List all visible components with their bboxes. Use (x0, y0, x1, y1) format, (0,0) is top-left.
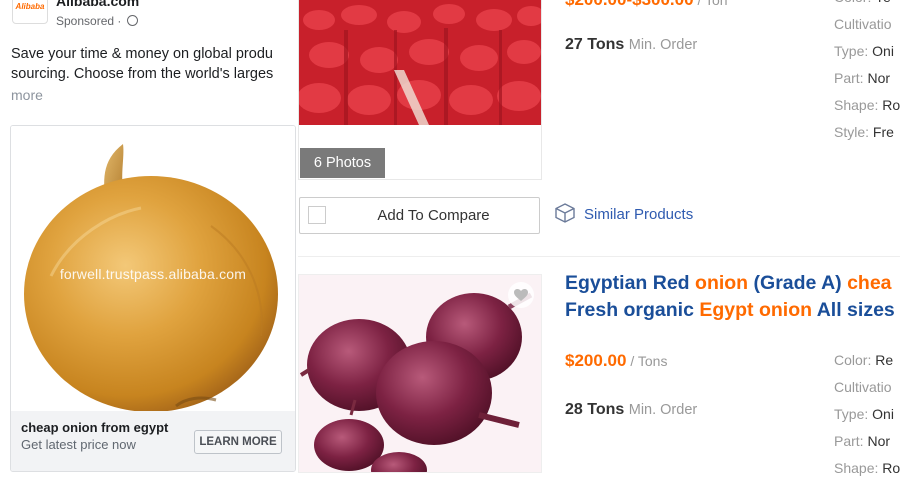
product-image[interactable] (299, 0, 541, 125)
see-more-link[interactable]: more (11, 87, 43, 103)
title-keyword: Egypt onion (699, 299, 813, 321)
ad-body-line: Save your time & money on global produ (11, 46, 273, 62)
title-keyword: chea (847, 272, 892, 294)
min-order-label: Min. Order (628, 402, 698, 418)
attribute-row: Type: Oni (834, 401, 900, 428)
title-text: Egyptian Red (565, 272, 696, 294)
attribute-row: Color: Ye (834, 0, 900, 11)
advertiser-name[interactable]: Alibaba.com (56, 0, 139, 9)
attribute-value: Oni (872, 406, 894, 422)
title-text: Fresh organic (565, 299, 700, 321)
attribute-value: Ye (875, 0, 891, 5)
sponsored-ad: Alibaba Alibaba.com Sponsored · Save you… (0, 0, 300, 473)
product2-price: $200.00 / Tons (565, 351, 667, 371)
ad-card-footer: cheap onion from egypt Get latest price … (11, 411, 295, 471)
title-line: Fresh organic Egypt onion All sizes (565, 297, 895, 324)
heart-icon (514, 289, 528, 301)
attribute-label: Cultivatio (834, 16, 892, 32)
ad-card-title[interactable]: cheap onion from egypt (21, 420, 168, 435)
photos-count-badge[interactable]: 6 Photos (300, 148, 385, 178)
title-text: (Grade A) (748, 272, 848, 294)
product2-attributes: Color: Re Cultivatio Type: Oni Part: Nor Sha… (834, 347, 900, 482)
attribute-row: Shape: Ro (834, 455, 900, 482)
min-order-value: 28 Tons (565, 401, 625, 418)
red-onion-sacks-photo (299, 0, 541, 125)
globe-icon (126, 15, 138, 27)
attribute-row: Part: Nor (834, 65, 900, 92)
ad-body-text: Save your time & money on global produ s… (11, 44, 300, 84)
alibaba-logo[interactable]: Alibaba (12, 0, 48, 24)
attribute-label: Shape: (834, 460, 883, 476)
sponsored-label: Sponsored · (56, 14, 138, 28)
product1-price: $200.00-$300.00 / Ton (565, 0, 728, 10)
min-order-value: 27 Tons (565, 36, 625, 53)
ad-body-line: sourcing. Choose from the world's larges (11, 66, 274, 82)
title-text: All sizes (812, 299, 895, 321)
attribute-value: Re (875, 352, 894, 368)
attribute-label: Shape: (834, 97, 883, 113)
attribute-label: Type: (834, 406, 873, 422)
attribute-row: Cultivatio (834, 374, 900, 401)
sponsored-text: Sponsored · (56, 14, 122, 28)
favorite-button[interactable] (508, 282, 534, 308)
similar-products-label: Similar Products (584, 205, 694, 223)
alibaba-logo-mark: Alibaba (15, 1, 45, 11)
attribute-label: Color: (834, 0, 875, 5)
listing-divider (298, 256, 900, 257)
price-unit: / Ton (693, 0, 728, 8)
attribute-value: Nor (867, 70, 891, 86)
attribute-value: Ro (882, 460, 900, 476)
product2-title[interactable]: Egyptian Red onion (Grade A) chea Fresh … (565, 270, 895, 324)
attribute-row: Style: Fre (834, 119, 900, 146)
attribute-value: Ro (882, 97, 900, 113)
ad-card-subtitle: Get latest price now (21, 437, 136, 452)
attribute-label: Style: (834, 124, 873, 140)
ad-card[interactable]: forwell.trustpass.alibaba.com cheap onio… (10, 125, 296, 472)
attribute-row: Color: Re (834, 347, 900, 374)
attribute-value: Fre (872, 124, 894, 140)
similar-products-link[interactable]: Similar Products (554, 203, 694, 225)
add-to-compare-button[interactable]: Add To Compare (299, 197, 540, 234)
attribute-value: Oni (872, 43, 894, 59)
attribute-row: Type: Oni (834, 38, 900, 65)
min-order-label: Min. Order (628, 37, 698, 53)
attribute-label: Type: (834, 43, 873, 59)
attribute-label: Part: (834, 70, 868, 86)
attribute-value: Nor (867, 433, 891, 449)
compare-label: Add To Compare (377, 207, 490, 224)
price-value: $200.00 (565, 351, 627, 370)
price-value: $200.00-$300.00 (565, 0, 694, 9)
title-keyword: onion (695, 272, 749, 294)
attribute-label: Cultivatio (834, 379, 892, 395)
attribute-row: Cultivatio (834, 11, 900, 38)
attribute-row: Shape: Ro (834, 92, 900, 119)
attribute-row: Part: Nor (834, 428, 900, 455)
title-line: Egyptian Red onion (Grade A) chea (565, 270, 895, 297)
product1-min-order: 27 Tons Min. Order (565, 36, 697, 54)
attribute-label: Part: (834, 433, 868, 449)
image-watermark: forwell.trustpass.alibaba.com (59, 266, 247, 282)
cube-icon (555, 203, 575, 223)
product1-attributes: Color: YeCultivatioType: OniPart: NorSha… (834, 0, 900, 146)
onion-image[interactable]: forwell.trustpass.alibaba.com (11, 126, 295, 412)
price-unit: / Tons (626, 353, 668, 369)
attribute-label: Color: (834, 352, 876, 368)
learn-more-button[interactable]: LEARN MORE (194, 430, 282, 454)
product2-min-order: 28 Tons Min. Order (565, 401, 697, 419)
red-onions-photo (299, 275, 541, 472)
product2-image[interactable] (298, 274, 542, 473)
